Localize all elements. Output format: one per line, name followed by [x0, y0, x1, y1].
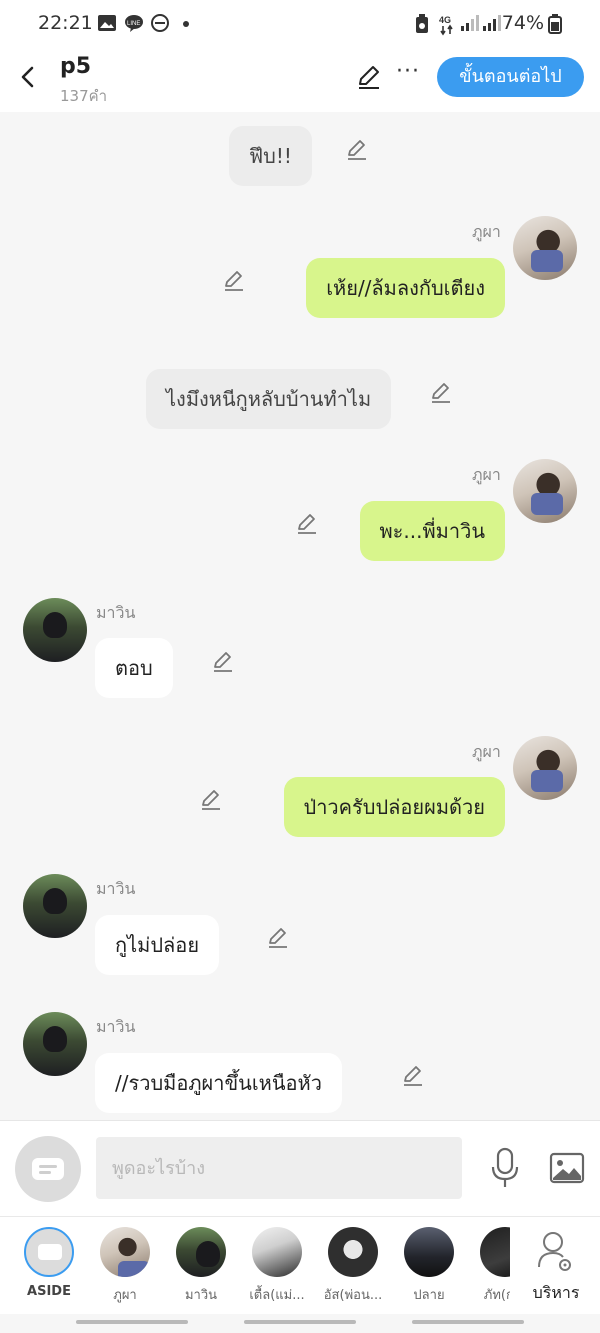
edit-message-icon[interactable] — [429, 380, 453, 404]
avatar-phupa[interactable] — [513, 216, 577, 280]
battery-percent: 74% — [501, 12, 544, 34]
speaker-name: มาวิน — [96, 603, 136, 622]
aside-mode-button[interactable] — [15, 1136, 81, 1202]
battery-icon — [548, 14, 562, 34]
character-avatar — [176, 1227, 226, 1277]
more-options-icon[interactable]: ··· — [396, 61, 420, 88]
character-name: มาวิน — [184, 1288, 218, 1303]
avatar-marwin[interactable] — [23, 874, 87, 938]
status-bar: 22:21 LINE 4G 74% — [0, 0, 600, 50]
character-as[interactable]: อัส(พ่อน... — [323, 1227, 383, 1305]
network-4g-icon: 4G — [439, 15, 453, 36]
character-phat[interactable]: ภัท(ก... — [475, 1227, 510, 1305]
character-phat-clip: ภัท(ก... — [470, 1227, 510, 1313]
character-avatar — [252, 1227, 302, 1277]
back-arrow-icon[interactable] — [14, 62, 44, 92]
speaker-name: มาวิน — [96, 879, 136, 898]
message-bubble-left[interactable]: //รวบมือภูผาขึ้นเหนือหัว — [95, 1053, 342, 1113]
message-bubble-right[interactable]: เห้ย//ล้มลงกับเตียง — [306, 258, 505, 318]
edit-message-icon[interactable] — [211, 649, 235, 673]
avatar-marwin[interactable] — [23, 598, 87, 662]
nav-back-button[interactable] — [412, 1320, 524, 1324]
character-name: ภัท(ก... — [483, 1288, 510, 1303]
edit-message-icon[interactable] — [199, 787, 223, 811]
manage-label: บริหาร — [532, 1283, 580, 1302]
svg-text:LINE: LINE — [127, 21, 140, 27]
speaker-name: มาวิน — [96, 1017, 136, 1036]
aside-avatar — [24, 1227, 74, 1277]
line-app-icon: LINE — [125, 15, 143, 32]
character-name: เตื้ล(แม่... — [249, 1288, 305, 1303]
edit-message-icon[interactable] — [222, 268, 246, 292]
narration-bubble[interactable]: ฟึบ!! — [229, 126, 312, 186]
input-bar — [0, 1120, 600, 1217]
character-avatar — [100, 1227, 150, 1277]
system-nav-bar — [0, 1314, 600, 1333]
battery-saver-icon — [416, 14, 428, 33]
character-avatar — [480, 1227, 510, 1277]
image-upload-icon[interactable] — [549, 1152, 585, 1184]
character-name: อัส(พ่อน... — [323, 1288, 383, 1303]
message-bubble-right[interactable]: พะ...พี่มาวิน — [359, 501, 505, 561]
next-step-button[interactable]: ขั้นตอนต่อไป — [437, 57, 584, 97]
avatar-phupa[interactable] — [513, 736, 577, 800]
character-phupa[interactable]: ภูผา — [95, 1227, 155, 1305]
character-aside[interactable]: ASIDE — [19, 1227, 79, 1299]
edit-pencil-icon[interactable] — [356, 64, 382, 90]
nav-home-button[interactable] — [244, 1320, 356, 1324]
character-name: ปลาย — [413, 1288, 445, 1303]
edit-message-icon[interactable] — [345, 137, 369, 161]
speaker-name: ภูผา — [472, 465, 501, 484]
character-teela[interactable]: เตื้ล(แม่... — [247, 1227, 307, 1305]
speaker-name: ภูผา — [472, 742, 501, 761]
microphone-icon[interactable] — [490, 1147, 520, 1189]
character-marwin[interactable]: มาวิน — [171, 1227, 231, 1305]
message-input[interactable] — [96, 1137, 462, 1199]
status-time: 22:21 — [38, 12, 93, 34]
character-plai[interactable]: ปลาย — [399, 1227, 459, 1305]
avatar-marwin[interactable] — [23, 1012, 87, 1076]
message-bubble-left[interactable]: กูไม่ปล่อย — [95, 915, 220, 975]
gallery-notification-icon — [98, 15, 116, 31]
speaker-name: ภูผา — [472, 222, 501, 241]
aside-icon — [32, 1158, 64, 1180]
character-name: ภูผา — [113, 1288, 137, 1303]
word-count: 137คำ — [60, 87, 108, 105]
character-name: ASIDE — [27, 1284, 71, 1299]
edit-message-icon[interactable] — [295, 511, 319, 535]
signal-1-icon — [461, 15, 479, 31]
character-avatar — [328, 1227, 378, 1277]
edit-message-icon[interactable] — [401, 1063, 425, 1087]
chat-title: p5 — [60, 54, 92, 79]
message-bubble-left[interactable]: ตอบ — [95, 638, 173, 698]
chat-area: ฟึบ!! ภูผา เห้ย//ล้มลงกับเตียง ไงมึงหนีก… — [0, 112, 600, 1120]
signal-2-icon — [483, 15, 501, 31]
top-bar: p5 137คำ ··· ขั้นตอนต่อไป — [0, 50, 600, 112]
character-avatar — [404, 1227, 454, 1277]
svg-text:4G: 4G — [439, 15, 451, 25]
avatar-phupa[interactable] — [513, 459, 577, 523]
character-bar: ASIDE ภูผา มาวิน เตื้ล(แม่... อัส(พ่อน..… — [0, 1216, 600, 1315]
edit-message-icon[interactable] — [266, 925, 290, 949]
notification-dot-icon — [183, 21, 189, 27]
manage-characters-button[interactable]: บริหาร — [528, 1227, 584, 1306]
do-not-disturb-icon — [151, 14, 169, 32]
user-settings-icon — [538, 1232, 571, 1271]
message-bubble-right[interactable]: ป่าวครับปล่อยผมด้วย — [283, 777, 505, 837]
nav-recent-button[interactable] — [76, 1320, 188, 1324]
narration-bubble[interactable]: ไงมึงหนีกูหลับบ้านทำไม — [146, 369, 392, 429]
